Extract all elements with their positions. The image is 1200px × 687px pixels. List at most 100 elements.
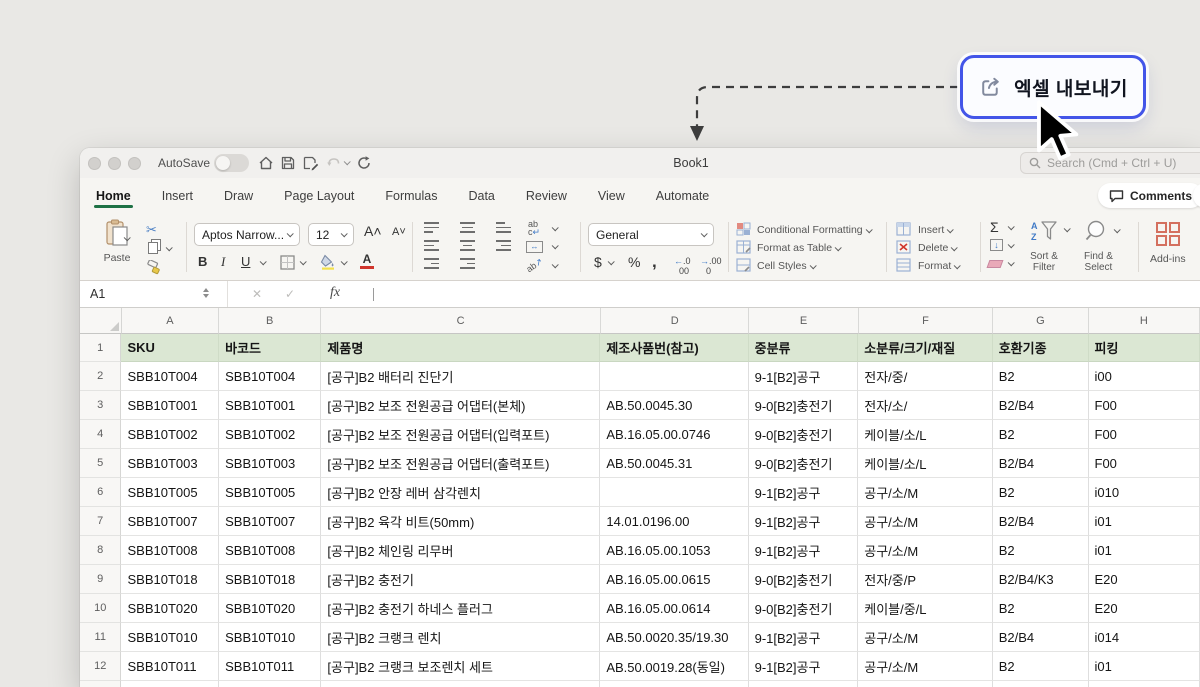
font-name-select[interactable]: Aptos Narrow... xyxy=(194,223,300,246)
column-header-G[interactable]: G xyxy=(993,308,1089,334)
column-header-C[interactable]: C xyxy=(321,308,601,334)
cell[interactable]: [공구]B2 보조 전원공급 어댑터(입력포트) xyxy=(321,420,600,449)
cell[interactable]: i01 xyxy=(1089,652,1200,681)
tab-home[interactable]: Home xyxy=(94,183,133,209)
increase-font-size-button[interactable]: A˄ xyxy=(364,223,382,239)
cell[interactable] xyxy=(121,681,219,687)
cell[interactable]: SBB10T020 xyxy=(121,594,219,623)
cell[interactable]: B2/B4/K3 xyxy=(993,565,1089,594)
close-window-button[interactable] xyxy=(88,157,101,170)
copy-button[interactable] xyxy=(148,242,158,254)
fill-chevron-icon[interactable] xyxy=(1008,241,1015,248)
cell[interactable]: AB.50.0045.31 xyxy=(600,449,748,478)
cell[interactable]: SBB10T020 xyxy=(219,594,321,623)
cell[interactable]: 전자/중/ xyxy=(858,362,992,391)
cell[interactable]: B2/B4 xyxy=(993,449,1089,478)
cell[interactable]: AB.16.05.00.0615 xyxy=(600,565,748,594)
bold-button[interactable]: B xyxy=(198,254,207,269)
cell[interactable]: 호환기종 xyxy=(993,334,1089,362)
cell[interactable]: 바코드 xyxy=(219,334,321,362)
copy-chevron-icon[interactable] xyxy=(166,244,173,251)
cell[interactable]: SKU xyxy=(121,334,219,362)
cell[interactable]: AB.16.05.00.0746 xyxy=(600,420,748,449)
cell[interactable]: SBB10T001 xyxy=(219,391,321,420)
row-header[interactable]: 1 xyxy=(80,334,121,362)
row-header[interactable]: 7 xyxy=(80,507,121,536)
cell[interactable]: B2 xyxy=(993,478,1089,507)
decrease-font-size-button[interactable]: A˅ xyxy=(392,226,406,238)
cell[interactable]: [공구]B2 크랭크 렌치 xyxy=(321,623,600,652)
row-header[interactable]: 3 xyxy=(80,391,121,420)
borders-button[interactable] xyxy=(280,255,295,275)
cell[interactable]: B2 xyxy=(993,362,1089,391)
cell[interactable]: 9-0[B2]충전기 xyxy=(749,391,859,420)
cell[interactable]: 9-1[B2]공구 xyxy=(749,478,859,507)
cell[interactable]: B2 xyxy=(993,652,1089,681)
align-bottom-button[interactable] xyxy=(496,222,511,233)
borders-chevron-icon[interactable] xyxy=(300,258,307,265)
cell[interactable] xyxy=(219,681,321,687)
cell[interactable]: 9-1[B2]공구 xyxy=(749,507,859,536)
cell[interactable]: SBB10T010 xyxy=(121,623,219,652)
cell[interactable]: E20 xyxy=(1089,565,1200,594)
format-as-table-button[interactable]: Format as Table xyxy=(757,242,840,254)
cell[interactable]: 9-1[B2]공구 xyxy=(749,362,859,391)
increase-indent-button[interactable] xyxy=(460,258,475,269)
cell[interactable]: 공구/소/M xyxy=(858,478,992,507)
search-input[interactable]: Search (Cmd + Ctrl + U) xyxy=(1020,152,1200,174)
tab-insert[interactable]: Insert xyxy=(160,183,195,209)
paste-button[interactable]: Paste xyxy=(94,219,140,264)
cell[interactable] xyxy=(749,681,859,687)
autosum-button[interactable]: Σ xyxy=(990,219,999,235)
autosave-toggle[interactable] xyxy=(214,154,249,172)
cell[interactable]: 케이블/소/L xyxy=(858,449,992,478)
merge-center-button[interactable]: ↔ xyxy=(526,241,543,253)
cut-button[interactable]: ✂ xyxy=(146,222,157,238)
cell[interactable]: [공구]B2 충전기 xyxy=(321,565,600,594)
cell[interactable]: B2 xyxy=(993,420,1089,449)
fill-button[interactable]: ↓ xyxy=(990,239,1003,251)
find-select-button[interactable]: Find & Select xyxy=(1084,219,1113,273)
cell[interactable]: SBB10T005 xyxy=(219,478,321,507)
cell[interactable]: [공구]B2 크랭크 보조렌치 세트 xyxy=(321,652,600,681)
column-header-A[interactable]: A xyxy=(122,308,219,334)
column-header-F[interactable]: F xyxy=(859,308,993,334)
cell[interactable]: [공구]B2 충전기 하네스 플러그 xyxy=(321,594,600,623)
tab-review[interactable]: Review xyxy=(524,183,569,209)
cell[interactable]: 피킹 xyxy=(1089,334,1200,362)
decrease-indent-button[interactable] xyxy=(424,258,439,269)
orientation-button[interactable]: ab↗ xyxy=(524,256,545,275)
column-header-B[interactable]: B xyxy=(219,308,321,334)
cell[interactable]: SBB10T007 xyxy=(219,507,321,536)
cell[interactable] xyxy=(600,362,748,391)
comments-button[interactable]: Comments xyxy=(1098,183,1200,208)
cell[interactable]: E20 xyxy=(1089,594,1200,623)
row-header[interactable]: 9 xyxy=(80,565,121,594)
column-header-E[interactable]: E xyxy=(749,308,858,334)
row-header[interactable]: 2 xyxy=(80,362,121,391)
comma-button[interactable]: , xyxy=(652,252,657,272)
italic-button[interactable]: I xyxy=(221,254,225,270)
cell[interactable] xyxy=(1089,681,1200,687)
save-icon[interactable] xyxy=(280,155,296,171)
undo-chevron-icon[interactable] xyxy=(344,158,351,165)
format-cells-button[interactable]: Format xyxy=(918,260,959,272)
cell[interactable]: i014 xyxy=(1089,623,1200,652)
merge-chevron-icon[interactable] xyxy=(552,242,559,249)
cell[interactable]: [공구]B2 보조 전원공급 어댑터(본체) xyxy=(321,391,600,420)
cell[interactable]: [공구]B2 보조 전원공급 어댑터(출력포트) xyxy=(321,449,600,478)
confirm-entry-icon[interactable]: ✓ xyxy=(285,287,295,301)
cell[interactable]: SBB10T018 xyxy=(121,565,219,594)
tab-formulas[interactable]: Formulas xyxy=(383,183,439,209)
cell[interactable]: AB.16.05.00.1053 xyxy=(600,536,748,565)
cell[interactable]: [공구]B2 배터리 진단기 xyxy=(321,362,600,391)
row-header[interactable]: 10 xyxy=(80,594,121,623)
cell[interactable]: SBB10T008 xyxy=(121,536,219,565)
cell[interactable]: B2/B4 xyxy=(993,623,1089,652)
conditional-formatting-button[interactable]: Conditional Formatting xyxy=(757,224,871,236)
cell[interactable]: AB.50.0019.28(동일) xyxy=(600,652,748,681)
wrap-text-chevron-icon[interactable] xyxy=(552,224,559,231)
align-middle-button[interactable] xyxy=(460,222,475,233)
tab-page-layout[interactable]: Page Layout xyxy=(282,183,356,209)
increase-decimal-button[interactable]: ←.000 xyxy=(674,256,691,276)
